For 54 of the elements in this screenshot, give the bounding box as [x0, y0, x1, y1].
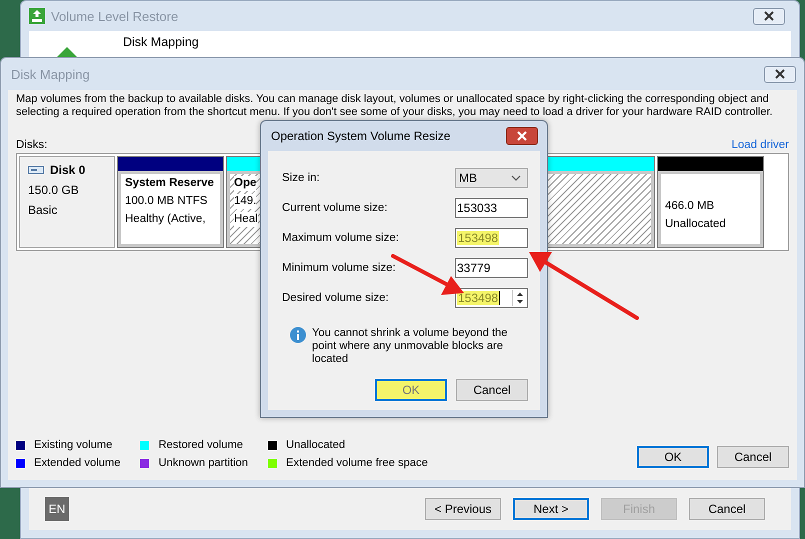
legend-label: Extended volume free space	[286, 457, 428, 469]
close-icon	[764, 11, 774, 21]
window-title: Volume Level Restore	[51, 8, 180, 24]
wizard-button[interactable]: Cancel	[689, 498, 765, 520]
legend-label: Extended volume	[34, 457, 120, 469]
size-field[interactable]: 153033	[455, 198, 528, 218]
wizard-button[interactable]: Next >	[513, 498, 589, 520]
partition-detail: 466.0 MB	[665, 199, 714, 214]
field-label: Size in:	[282, 172, 320, 184]
disk-info[interactable]: Disk 0 150.0 GB Basic	[19, 156, 115, 248]
partition-detail: Healthy (Active,	[125, 212, 206, 227]
field-label: Desired volume size:	[282, 292, 389, 304]
description-text: Map volumes from the backup to available disks. You can manage disk layout, volumes or unallocated space by right-clicking the corresponding object and selecting a required operation from the shortcut menu. If you don't see some of your disks, you may need to load a driver for your hardware RAID controller.	[16, 93, 774, 119]
close-icon	[775, 69, 785, 79]
field-label: Minimum volume size:	[282, 262, 396, 274]
chevron-down-icon	[511, 175, 521, 181]
close-button[interactable]	[764, 66, 796, 82]
partition-name: System Reserve	[125, 176, 214, 191]
dialog-button[interactable]: Cancel	[717, 446, 789, 468]
partition[interactable]: System Reserve 100.0 MB NTFS Healthy (Active,	[117, 156, 224, 248]
partition-detail: Heal	[234, 212, 258, 227]
wizard-button[interactable]: < Previous	[425, 498, 501, 520]
disk-type: Basic	[28, 203, 58, 217]
spin-arrows-icon	[512, 290, 526, 306]
legend-label: Unknown partition	[158, 457, 248, 469]
dialog-button[interactable]: Cancel	[456, 379, 528, 401]
dialog-button[interactable]: OK	[375, 379, 447, 401]
legend-label: Restored volume	[158, 439, 244, 451]
partition-detail: 100.0 MB NTFS	[125, 194, 208, 209]
legend-label: Existing volume	[34, 439, 112, 451]
partition-detail: 149.	[234, 194, 256, 209]
close-icon	[517, 131, 527, 141]
info-icon	[290, 327, 306, 343]
disk-size: 150.0 GB	[28, 183, 80, 197]
close-button[interactable]	[506, 127, 538, 145]
partition-name: Ope	[234, 176, 256, 191]
language-badge: EN	[45, 497, 69, 521]
step-title: Disk Mapping	[123, 35, 199, 49]
info-text: You cannot shrink a volume beyond the point where any unmovable blocks are located	[312, 327, 509, 366]
unit-dropdown[interactable]: MB	[455, 168, 528, 188]
load-driver-link[interactable]: Load driver	[731, 139, 789, 151]
restore-icon	[29, 8, 45, 24]
close-button[interactable]	[753, 8, 785, 24]
disk-name: Disk 0	[50, 163, 86, 177]
partition[interactable]: 466.0 MB Unallocated	[657, 156, 764, 248]
field-label: Maximum volume size:	[282, 232, 399, 244]
legend-label: Unallocated	[286, 439, 346, 451]
window-title: Disk Mapping	[11, 66, 91, 82]
dialog-button[interactable]: OK	[637, 446, 709, 468]
disks-label: Disks:	[16, 139, 48, 151]
field-label: Current volume size:	[282, 202, 388, 214]
dialog-title: Operation System Volume Resize	[271, 129, 450, 143]
size-field[interactable]: 33779	[455, 258, 528, 278]
partition-detail: Unallocated	[665, 217, 726, 232]
